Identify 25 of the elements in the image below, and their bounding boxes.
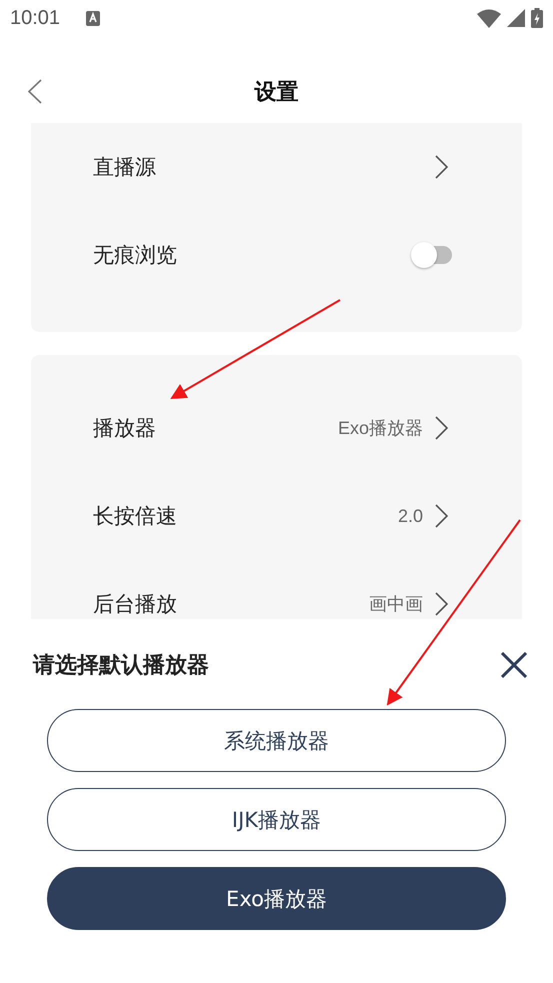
page-title: 设置 [254,79,298,107]
back-icon[interactable] [27,79,42,104]
battery-icon [531,8,543,28]
toggle-switch[interactable] [410,241,454,269]
chevron-right-icon[interactable] [435,155,448,179]
setting-value: 2.0 [398,506,423,526]
setting-label: 后台播放 [93,591,177,618]
wifi-icon [477,8,501,28]
setting-value: Exo播放器 [338,417,423,440]
setting-label: 播放器 [93,415,156,442]
setting-label: 长按倍速 [93,503,177,530]
setting-value: 画中画 [369,593,423,616]
setting-label: 直播源 [93,154,156,181]
chevron-right-icon[interactable] [435,504,448,528]
signal-icon [507,9,525,27]
status-time: 10:01 [10,6,60,30]
player-option[interactable]: Exo播放器 [47,867,506,930]
keyboard-notification-icon [86,10,100,26]
sheet-title: 请选择默认播放器 [33,652,209,680]
player-option[interactable]: 系统播放器 [47,709,506,772]
close-icon[interactable] [501,652,527,678]
chevron-right-icon[interactable] [435,592,448,616]
player-option[interactable]: IJK播放器 [47,788,506,851]
chevron-right-icon[interactable] [435,416,448,440]
setting-label: 无痕浏览 [93,242,177,269]
